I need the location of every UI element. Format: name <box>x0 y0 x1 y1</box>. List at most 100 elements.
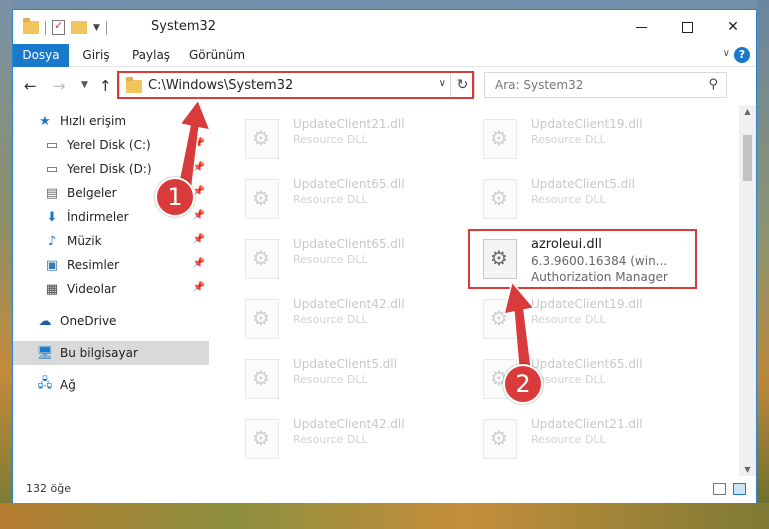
computer-icon: 🖥 <box>36 345 54 361</box>
status-bar: 132 öğe <box>13 476 756 503</box>
file-name: UpdateClient5.dll <box>293 357 397 371</box>
sidebar-item-label: Yerel Disk (D:) <box>67 162 152 176</box>
file-type: Resource DLL <box>293 193 368 206</box>
documents-icon: ▤ <box>45 185 59 201</box>
drive-icon: ▭ <box>45 137 59 153</box>
sidebar-item-onedrive[interactable]: ☁ OneDrive <box>13 309 209 333</box>
file-type: Resource DLL <box>293 133 368 146</box>
tab-view[interactable]: Görünüm <box>189 44 245 67</box>
back-arrow-icon[interactable]: ← <box>24 77 37 95</box>
file-item[interactable]: UpdateClient5.dll Resource DLL <box>473 171 703 227</box>
search-box[interactable]: Ara: System32 ⚲ <box>484 72 727 98</box>
sidebar-item-local-disk-c[interactable]: ▭ Yerel Disk (C:) 📌 <box>13 133 209 157</box>
sidebar-item-quick-access[interactable]: ★ Hızlı erişim <box>13 109 209 133</box>
customize-toolbar-dropdown-icon[interactable]: ▼ <box>93 23 100 33</box>
forward-arrow-icon[interactable]: → <box>53 77 66 95</box>
sidebar-item-label: Hızlı erişim <box>60 114 127 128</box>
details-view-icon[interactable] <box>713 483 726 495</box>
sidebar-item-label: Bu bilgisayar <box>60 346 138 360</box>
desktop-background-left <box>0 0 12 529</box>
file-name: UpdateClient42.dll <box>293 417 405 431</box>
file-name: UpdateClient19.dll <box>531 297 643 311</box>
sidebar-item-network[interactable]: 🖧 Ağ <box>13 373 209 397</box>
dll-file-icon <box>483 299 517 339</box>
sidebar-item-label: Belgeler <box>67 186 117 200</box>
sidebar-item-videos[interactable]: ▦ Videolar 📌 <box>13 277 209 301</box>
scrollbar-thumb[interactable] <box>743 135 752 181</box>
item-count: 132 öğe <box>26 482 71 495</box>
file-type: Resource DLL <box>293 373 368 386</box>
vertical-scrollbar[interactable]: ▲ ▼ <box>739 105 756 476</box>
scroll-down-icon[interactable]: ▼ <box>739 465 756 474</box>
file-item[interactable]: UpdateClient65.dll Resource DLL <box>235 171 465 227</box>
desktop-background-right <box>757 0 769 529</box>
dll-file-icon <box>245 359 279 399</box>
sidebar-item-pictures[interactable]: ▣ Resimler 📌 <box>13 253 209 277</box>
search-input[interactable]: Ara: System32 <box>495 78 583 92</box>
new-folder-icon[interactable] <box>71 21 87 34</box>
sidebar-item-music[interactable]: ♪ Müzik 📌 <box>13 229 209 253</box>
tab-share[interactable]: Paylaş <box>131 44 171 67</box>
file-item[interactable]: UpdateClient21.dll Resource DLL <box>235 111 465 167</box>
minimize-icon <box>635 26 647 28</box>
star-icon: ★ <box>39 113 51 129</box>
dll-file-icon <box>483 179 517 219</box>
minimize-button[interactable] <box>618 10 664 44</box>
download-icon: ⬇ <box>46 209 58 225</box>
sidebar-item-label: Yerel Disk (C:) <box>67 138 151 152</box>
step-2-badge: 2 <box>503 364 543 404</box>
quick-access-toolbar: ▼ <box>23 18 107 35</box>
pin-icon: 📌 <box>192 258 205 269</box>
file-name: UpdateClient65.dll <box>293 177 405 191</box>
dll-file-icon <box>245 179 279 219</box>
pin-icon: 📌 <box>192 210 205 221</box>
sidebar-item-label: Videolar <box>67 282 117 296</box>
sidebar-item-label: Müzik <box>67 234 102 248</box>
up-arrow-icon[interactable]: ↑ <box>99 77 112 95</box>
cloud-icon: ☁ <box>38 313 52 329</box>
sidebar-item-label: Ağ <box>60 378 76 392</box>
file-type: Resource DLL <box>293 313 368 326</box>
dll-file-icon <box>245 419 279 459</box>
pin-icon: 📌 <box>192 138 205 149</box>
file-name: UpdateClient42.dll <box>293 297 405 311</box>
file-item[interactable]: UpdateClient42.dll Resource DLL <box>235 411 465 467</box>
file-name: UpdateClient19.dll <box>531 117 643 131</box>
ribbon-tabs: Dosya Giriş Paylaş Görünüm ∨ ? <box>13 44 756 67</box>
close-button[interactable]: ✕ <box>710 10 756 44</box>
file-item[interactable]: UpdateClient65.dll Resource DLL <box>235 231 465 287</box>
tab-file[interactable]: Dosya <box>13 44 69 67</box>
sidebar-item-label: Resimler <box>67 258 120 272</box>
pin-icon: 📌 <box>192 162 205 173</box>
dll-file-icon <box>483 419 517 459</box>
file-item[interactable]: UpdateClient42.dll Resource DLL <box>235 291 465 347</box>
navigation-pane: ★ Hızlı erişim ▭ Yerel Disk (C:) 📌 ▭ Yer… <box>13 105 209 476</box>
tiles-view-icon[interactable] <box>733 483 746 495</box>
desktop-background-bottom <box>0 503 769 529</box>
sidebar-item-this-pc[interactable]: 🖥 Bu bilgisayar <box>13 341 209 365</box>
file-name: UpdateClient21.dll <box>531 417 643 431</box>
folder-icon <box>23 18 39 34</box>
sidebar-item-label: OneDrive <box>60 314 117 328</box>
sidebar-item-label: İndirmeler <box>67 210 129 224</box>
properties-icon[interactable] <box>52 19 65 35</box>
file-item[interactable]: UpdateClient21.dll Resource DLL <box>473 411 703 467</box>
file-item[interactable]: UpdateClient5.dll Resource DLL <box>235 351 465 407</box>
pictures-icon: ▣ <box>45 257 59 273</box>
file-type: Resource DLL <box>531 433 606 446</box>
recent-locations-dropdown-icon[interactable]: ▼ <box>81 80 88 90</box>
file-item[interactable]: UpdateClient19.dll Resource DLL <box>473 291 703 347</box>
maximize-button[interactable] <box>664 10 710 44</box>
scroll-up-icon[interactable]: ▲ <box>739 107 756 116</box>
pin-icon: 📌 <box>192 282 205 293</box>
file-name: UpdateClient5.dll <box>531 177 635 191</box>
step-1-badge: 1 <box>155 177 195 217</box>
network-icon: 🖧 <box>37 376 53 391</box>
file-name: UpdateClient65.dll <box>531 357 643 371</box>
file-type: Resource DLL <box>293 253 368 266</box>
file-item[interactable]: UpdateClient19.dll Resource DLL <box>473 111 703 167</box>
expand-ribbon-chevron-icon[interactable]: ∨ <box>723 48 730 59</box>
search-icon[interactable]: ⚲ <box>708 77 718 92</box>
tab-home[interactable]: Giriş <box>81 44 111 67</box>
help-icon[interactable]: ? <box>734 47 750 63</box>
